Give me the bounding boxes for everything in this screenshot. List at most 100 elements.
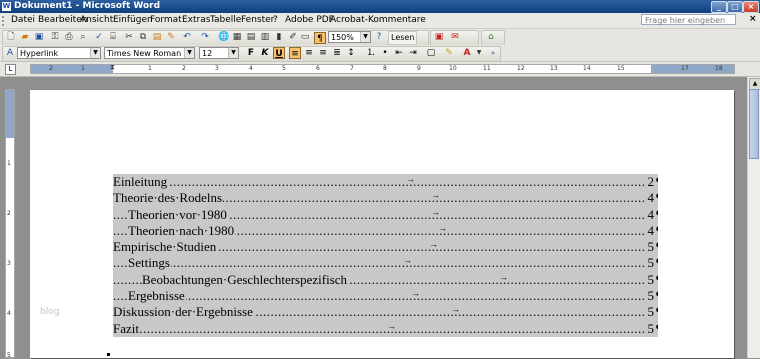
insert-table-icon[interactable]: ▤: [246, 32, 256, 42]
word-app-icon[interactable]: W: [2, 2, 11, 11]
open-folder-icon[interactable]: ▰: [20, 32, 30, 42]
ruler-number: 1: [148, 65, 152, 72]
toc-entry[interactable]: ........................................…: [113, 320, 658, 337]
align-left-icon[interactable]: ≡: [289, 47, 301, 59]
paste-icon[interactable]: ▤: [152, 32, 162, 42]
chevron-down-icon: ▼: [360, 32, 370, 42]
vertical-ruler-column: 1 2 3 4 5: [0, 77, 30, 359]
toc-entry[interactable]: ........................................…: [113, 174, 658, 191]
horizontal-ruler-row: L ⧗ 2 1 1 2 3 4 5 6 7 8 9 10 11 12 13 14…: [0, 62, 760, 77]
help-search-input[interactable]: Frage hier eingeben: [641, 14, 736, 25]
toc-entry[interactable]: ........................................…: [113, 190, 658, 207]
scroll-thumb[interactable]: [749, 89, 759, 159]
increase-indent-icon[interactable]: ⇥: [407, 47, 419, 59]
toc-entry[interactable]: ........................................…: [113, 222, 658, 240]
insert-excel-icon[interactable]: ▥: [260, 32, 270, 42]
permission-icon[interactable]: ⚿: [50, 32, 60, 42]
menu-tabelle[interactable]: Tabelle: [210, 15, 241, 25]
decrease-indent-icon[interactable]: ⇤: [393, 47, 405, 59]
borders-icon[interactable]: ▢: [425, 47, 437, 59]
align-right-icon[interactable]: ≡: [317, 47, 329, 59]
print-icon[interactable]: ⎙: [64, 32, 74, 42]
toc-page-number: 2: [647, 174, 654, 190]
tables-borders-icon[interactable]: ▦: [232, 32, 242, 42]
font-value: Times New Roman: [107, 49, 182, 58]
menu-help[interactable]: ?: [273, 15, 278, 25]
pilcrow-icon: ¶: [656, 288, 658, 304]
hyperlink-icon[interactable]: 🌐: [218, 32, 229, 42]
styles-pane-icon[interactable]: A: [5, 48, 15, 58]
pilcrow-icon: ¶: [656, 207, 658, 223]
bullets-icon[interactable]: •: [379, 47, 391, 59]
redo-icon[interactable]: ↷: [200, 32, 210, 42]
pdf-email-icon[interactable]: ✉: [450, 32, 460, 42]
toc-page-number: 5: [647, 271, 654, 288]
vertical-scrollbar[interactable]: ▲: [747, 77, 760, 358]
format-painter-icon[interactable]: ✎: [166, 32, 176, 42]
cut-icon[interactable]: ✂: [124, 32, 134, 42]
show-formatting-icon[interactable]: ¶: [314, 32, 326, 44]
pilcrow-icon: ¶: [656, 190, 658, 206]
menu-acrobat-kommentare[interactable]: Acrobat-Kommentare: [330, 15, 426, 25]
close-button[interactable]: ×: [743, 1, 759, 13]
read-button[interactable]: Lesen: [388, 31, 418, 45]
italic-button[interactable]: K: [259, 47, 271, 59]
drawing-icon[interactable]: ✐: [288, 32, 298, 42]
justify-icon[interactable]: ≣: [331, 47, 343, 59]
table-of-contents[interactable]: ........................................…: [113, 174, 658, 337]
tab-selector-icon[interactable]: L: [5, 64, 16, 75]
undo-icon[interactable]: ↶: [182, 32, 192, 42]
chevron-down-icon: ▼: [90, 48, 100, 58]
pilcrow-icon: ¶: [656, 174, 658, 190]
maximize-button[interactable]: □: [727, 1, 743, 13]
vertical-ruler[interactable]: 1 2 3 4 5: [5, 89, 15, 359]
document-map-icon[interactable]: ▭: [300, 32, 310, 42]
minimize-button[interactable]: _: [711, 1, 727, 13]
convert-pdf-icon[interactable]: ▣: [434, 32, 444, 42]
columns-icon[interactable]: ▮: [274, 32, 284, 42]
toc-entry[interactable]: ........................................…: [113, 206, 658, 223]
review-icon[interactable]: ⌂: [486, 32, 496, 42]
toc-entry[interactable]: ........................................…: [113, 239, 658, 256]
menu-datei[interactable]: Datei: [11, 15, 35, 25]
spelling-icon[interactable]: ✓: [94, 32, 104, 42]
copy-icon[interactable]: ⧉: [138, 32, 148, 42]
font-size-select[interactable]: 12 ▼: [199, 47, 239, 59]
chevron-down-icon[interactable]: ▼: [474, 48, 484, 58]
underline-button[interactable]: U: [273, 47, 285, 59]
toc-entry[interactable]: ........................................…: [113, 304, 658, 321]
menu-einfuegen[interactable]: Einfügen: [113, 15, 153, 25]
menu-format[interactable]: Format: [150, 15, 182, 25]
style-select[interactable]: Hyperlink ▼: [17, 47, 101, 59]
research-icon[interactable]: ⌸: [108, 32, 118, 42]
pilcrow-icon: ¶: [656, 239, 658, 255]
pilcrow-icon: ¶: [656, 223, 658, 239]
menu-ansicht[interactable]: Ansicht: [80, 15, 113, 25]
help-icon[interactable]: ?: [374, 32, 384, 42]
align-center-icon[interactable]: ≡: [303, 47, 315, 59]
indent-marker-icon[interactable]: ⧗: [110, 63, 115, 72]
save-icon[interactable]: ▣: [34, 32, 44, 42]
toolbar-options-icon[interactable]: »: [488, 48, 498, 58]
font-color-button[interactable]: A: [461, 47, 473, 59]
print-preview-icon[interactable]: ⌕: [78, 32, 88, 42]
toc-entry[interactable]: ........................................…: [113, 271, 658, 289]
tab-arrow-icon: →: [431, 206, 440, 217]
new-document-icon[interactable]: 🗋: [6, 32, 16, 42]
menu-fenster[interactable]: Fenster: [241, 15, 274, 25]
bold-button[interactable]: F: [245, 47, 257, 59]
numbering-icon[interactable]: ⒈: [365, 47, 377, 59]
document-close-button[interactable]: ×: [749, 14, 757, 24]
font-select[interactable]: Times New Roman ▼: [104, 47, 195, 59]
menu-adobe-pdf[interactable]: Adobe PDF: [285, 15, 334, 25]
highlight-icon[interactable]: ✎: [443, 47, 455, 59]
toc-entry[interactable]: ........................................…: [113, 255, 658, 272]
line-spacing-icon[interactable]: ↕: [345, 47, 357, 59]
horizontal-ruler[interactable]: ⧗ 2 1 1 2 3 4 5 6 7 8 9 10 11 12 13 14 1…: [30, 63, 735, 74]
toc-page-number: 4: [647, 222, 654, 239]
toc-entry[interactable]: ........................................…: [113, 288, 658, 305]
menu-grip-icon[interactable]: [2, 16, 7, 26]
menu-extras[interactable]: Extras: [182, 15, 210, 25]
ruler-number: 7: [350, 65, 354, 72]
zoom-select[interactable]: 150% ▼: [328, 31, 371, 43]
